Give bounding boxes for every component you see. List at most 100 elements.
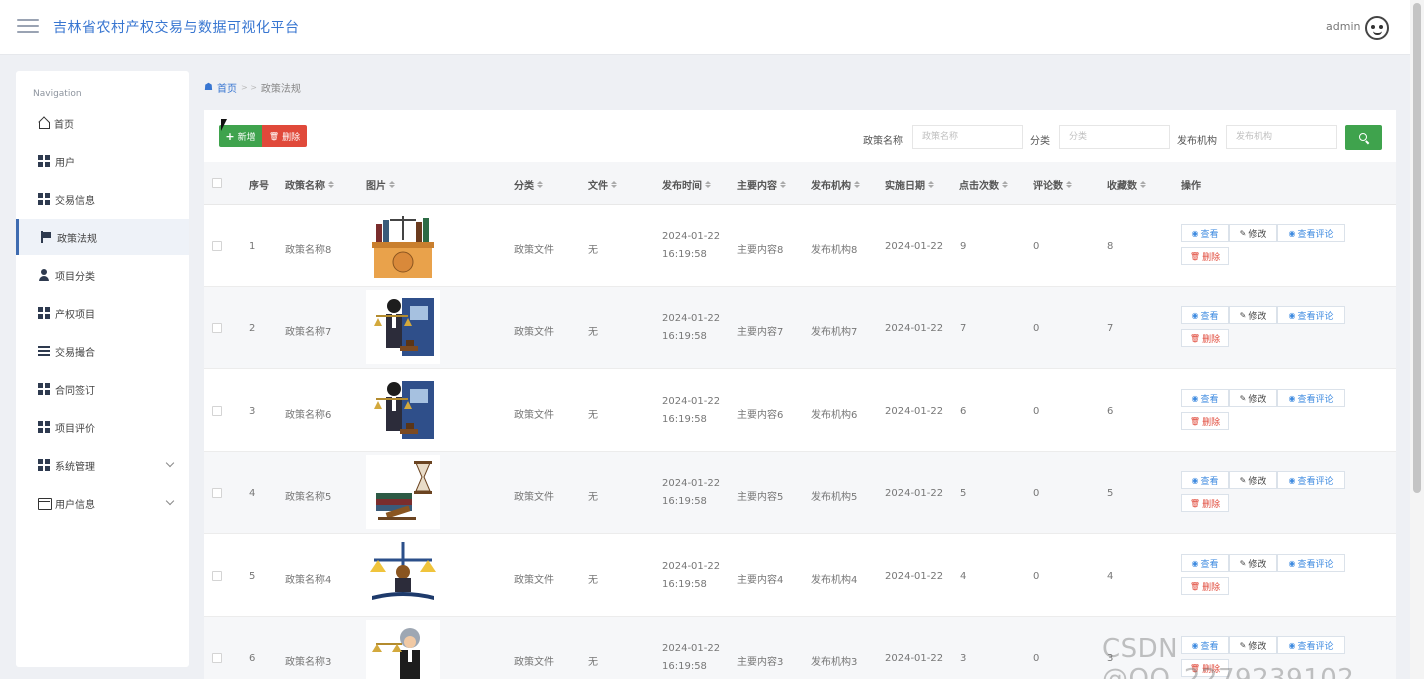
sidebar-item-home[interactable]: 首页 — [16, 105, 189, 141]
edit-button[interactable]: ✎ 修改 — [1229, 224, 1277, 242]
lawyer-scales-icon[interactable] — [366, 290, 440, 364]
grid-icon — [38, 193, 50, 205]
view-comments-button[interactable]: ◉ 查看评论 — [1277, 306, 1345, 324]
row-checkbox[interactable] — [212, 323, 222, 333]
view-comments-button[interactable]: ◉ 查看评论 — [1277, 224, 1345, 242]
column-header-effective-date[interactable]: 实施日期 — [885, 177, 934, 192]
view-button[interactable]: ◉ 查看 — [1181, 306, 1229, 324]
sidebar-item-project-category[interactable]: 项目分类 — [16, 257, 189, 293]
row-checkbox[interactable] — [212, 571, 222, 581]
breadcrumb-separator: > > — [240, 83, 257, 92]
edit-button[interactable]: ✎ 修改 — [1229, 554, 1277, 572]
avatar[interactable] — [1365, 16, 1389, 40]
gavel-hourglass-icon[interactable] — [366, 455, 440, 529]
view-button[interactable]: ◉ 查看 — [1181, 224, 1229, 242]
delete-button[interactable]: 🗑 删除 — [1181, 329, 1229, 347]
sidebar-item-project-reviews[interactable]: 项目评价 — [16, 409, 189, 445]
cell-clicks: 5 — [960, 488, 967, 499]
sidebar-item-users[interactable]: 用户 — [16, 143, 189, 179]
lawyer-scales-icon[interactable] — [366, 373, 440, 447]
sidebar-item-trade-matching[interactable]: 交易撮合 — [16, 333, 189, 369]
row-checkbox[interactable] — [212, 488, 222, 498]
column-header-publish-time[interactable]: 发布时间 — [662, 177, 711, 192]
sort-icon — [328, 181, 334, 188]
judge-scales-icon[interactable] — [366, 620, 440, 679]
cell-content: 主要内容4 — [737, 575, 784, 586]
trash-icon: 🗑 — [1189, 333, 1201, 343]
row-checkbox[interactable] — [212, 653, 222, 663]
column-header-content[interactable]: 主要内容 — [737, 177, 786, 192]
row-checkbox[interactable] — [212, 241, 222, 251]
column-header-comments[interactable]: 评论数 — [1033, 177, 1072, 192]
column-header-clicks[interactable]: 点击次数 — [959, 177, 1008, 192]
view-comments-button[interactable]: ◉ 查看评论 — [1277, 554, 1345, 572]
sidebar-item-system-management[interactable]: 系统管理 — [16, 447, 189, 483]
row-checkbox[interactable] — [212, 406, 222, 416]
sort-icon — [389, 181, 395, 188]
delete-button[interactable]: 🗑 删除 — [1181, 412, 1229, 430]
cell-category: 政策文件 — [514, 245, 554, 256]
cell-publish-time: 2024-01-22 16:19:58 — [662, 478, 721, 507]
delete-button[interactable]: 🗑 删除 — [1181, 247, 1229, 265]
cell-effective-date: 2024-01-22 — [885, 241, 944, 252]
sidebar-item-property-projects[interactable]: 产权项目 — [16, 295, 189, 331]
edit-button[interactable]: ✎ 修改 — [1229, 389, 1277, 407]
policy-name-input[interactable] — [912, 125, 1023, 149]
column-header-actions: 操作 — [1181, 181, 1201, 192]
cell-category: 政策文件 — [514, 410, 554, 421]
column-header-agency[interactable]: 发布机构 — [811, 177, 860, 192]
breadcrumb-home-icon[interactable]: ☗ — [204, 82, 213, 93]
view-button[interactable]: ◉ 查看 — [1181, 389, 1229, 407]
category-input[interactable] — [1059, 125, 1170, 149]
sidebar-item-contracts[interactable]: 合同签订 — [16, 371, 189, 407]
user-name[interactable]: admin — [1326, 20, 1360, 33]
law-books-icon[interactable] — [366, 208, 440, 282]
column-header-index: 序号 — [249, 181, 269, 192]
cell-file: 无 — [588, 410, 598, 421]
agency-input[interactable] — [1226, 125, 1337, 149]
sidebar-item-user-info[interactable]: 用户信息 — [16, 485, 189, 521]
edit-icon: ✎ — [1239, 393, 1247, 403]
view-button[interactable]: ◉ 查看 — [1181, 471, 1229, 489]
table-row: 2 政策名称7 政策文件 无 2024-01-22 16:19:58 主要内容7 发布机构7 2… — [204, 287, 1396, 369]
trash-icon: 🗑 — [268, 131, 280, 141]
view-comments-button[interactable]: ◉ 查看评论 — [1277, 389, 1345, 407]
cell-effective-date: 2024-01-22 — [885, 323, 944, 334]
delete-button[interactable]: 🗑 删除 — [1181, 494, 1229, 512]
trash-icon: 🗑 — [1189, 251, 1201, 261]
trash-icon: 🗑 — [1189, 498, 1201, 508]
sort-icon — [537, 181, 543, 188]
breadcrumb-home[interactable]: 首页 — [217, 80, 237, 95]
scrollbar-thumb[interactable] — [1413, 3, 1421, 493]
edit-button[interactable]: ✎ 修改 — [1229, 471, 1277, 489]
column-header-favorites[interactable]: 收藏数 — [1107, 177, 1146, 192]
column-header-image[interactable]: 图片 — [366, 177, 395, 192]
delete-button[interactable]: 🗑 删除 — [1181, 577, 1229, 595]
edit-button[interactable]: ✎ 修改 — [1229, 306, 1277, 324]
search-label-agency: 发布机构 — [1177, 136, 1217, 147]
grid-icon — [38, 307, 50, 319]
sidebar-item-label: 用户 — [55, 157, 75, 169]
cell-content: 主要内容8 — [737, 245, 784, 256]
sidebar-item-policies[interactable]: 政策法规 — [16, 219, 189, 255]
column-header-name[interactable]: 政策名称 — [285, 177, 334, 192]
search-button[interactable] — [1345, 125, 1382, 150]
cell-clicks: 9 — [960, 241, 967, 252]
menu-toggle-icon[interactable] — [17, 17, 39, 35]
view-comments-button[interactable]: ◉ 查看评论 — [1277, 471, 1345, 489]
cell-agency: 发布机构4 — [811, 575, 858, 586]
select-all-checkbox[interactable] — [212, 178, 222, 188]
sidebar-item-trade-info[interactable]: 交易信息 — [16, 181, 189, 217]
sort-icon — [1140, 181, 1146, 188]
justice-book-icon[interactable] — [366, 538, 440, 612]
batch-delete-button[interactable]: 🗑 删除 — [262, 125, 307, 147]
vertical-scrollbar[interactable] — [1410, 0, 1424, 679]
eye-icon: ◉ — [1191, 558, 1199, 568]
column-header-file[interactable]: 文件 — [588, 177, 617, 192]
edit-icon: ✎ — [1239, 475, 1247, 485]
search-label-name: 政策名称 — [863, 136, 903, 147]
column-header-category[interactable]: 分类 — [514, 177, 543, 192]
cell-publish-time: 2024-01-22 16:19:58 — [662, 396, 721, 425]
grid-icon — [38, 421, 50, 433]
view-button[interactable]: ◉ 查看 — [1181, 554, 1229, 572]
